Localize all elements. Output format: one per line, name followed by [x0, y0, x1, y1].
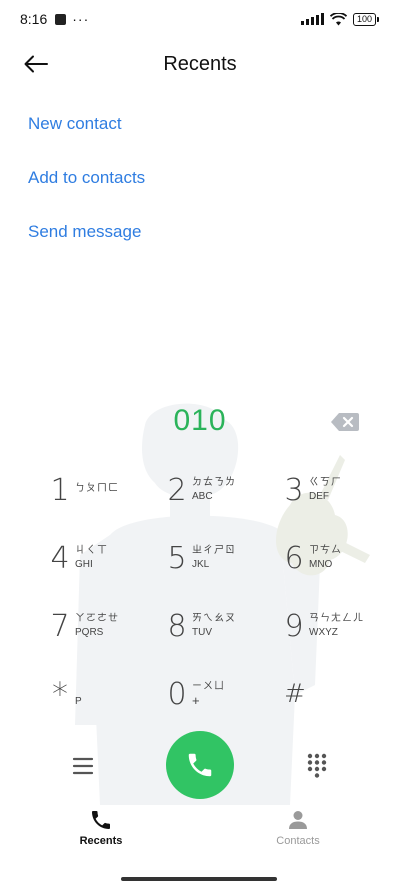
key-letters: P: [75, 696, 82, 707]
key-hash[interactable]: #: [284, 664, 394, 724]
key-digit: 8: [167, 608, 187, 644]
key-digit: 1: [50, 472, 70, 508]
key-digit: 6: [284, 540, 304, 576]
key-letters: WXYZ: [309, 627, 338, 638]
key-zhuyin: ㄧㄨㄩ: [192, 681, 225, 692]
key-zhuyin: ㄉㄊㄋㄌ: [192, 477, 236, 488]
key-letters: +: [192, 693, 200, 708]
key-7[interactable]: 7 ㄚㄛㄜㄝ PQRS: [50, 596, 160, 656]
key-digit: 4: [50, 540, 70, 576]
wifi-icon: [329, 12, 347, 25]
key-0[interactable]: 0 ㄧㄨㄩ +: [167, 664, 277, 724]
key-letters: MNO: [309, 559, 333, 570]
key-letters: JKL: [192, 559, 210, 570]
key-1[interactable]: 1 ㄅㄆㄇㄈ: [50, 460, 160, 520]
key-digit: 3: [284, 472, 304, 508]
person-icon: [289, 811, 307, 829]
battery-icon: 100: [352, 12, 380, 26]
key-letters: DEF: [309, 491, 329, 502]
add-to-contacts-link[interactable]: Add to contacts: [28, 158, 145, 212]
key-letters: GHI: [75, 559, 93, 570]
key-8[interactable]: 8 ㄞㄟㄠㄡ TUV: [167, 596, 277, 656]
more-notifications-icon: ···: [72, 11, 90, 27]
dialpad-toggle-button[interactable]: [305, 752, 329, 778]
tab-recents[interactable]: Recents: [41, 808, 161, 860]
key-3[interactable]: 3 ㄍㄎㄏ DEF: [284, 460, 394, 520]
signal-icon: [300, 13, 324, 25]
call-button[interactable]: [166, 731, 234, 799]
key-zhuyin: ㄞㄟㄠㄡ: [192, 613, 236, 624]
key-4[interactable]: 4 ㄐㄑㄒ GHI: [50, 528, 160, 588]
key-star[interactable]: * P: [50, 664, 160, 724]
key-zhuyin: ㄓㄔㄕㄖ: [192, 545, 236, 556]
notification-icon: [55, 13, 67, 25]
key-digit: 7: [50, 608, 70, 644]
phone-icon: [92, 811, 110, 829]
key-zhuyin: ㄗㄘㄙ: [309, 545, 342, 556]
key-6[interactable]: 6 ㄗㄘㄙ MNO: [284, 528, 394, 588]
key-digit: 9: [284, 608, 304, 644]
backspace-icon: [331, 413, 359, 431]
key-2[interactable]: 2 ㄉㄊㄋㄌ ABC: [167, 460, 277, 520]
menu-icon: [72, 757, 94, 775]
key-9[interactable]: 9 ㄢㄣㄤㄥㄦ WXYZ: [284, 596, 394, 656]
arrow-left-icon: [24, 55, 48, 73]
key-digit: 0: [167, 676, 187, 712]
key-zhuyin: ㄢㄣㄤㄥㄦ: [309, 613, 364, 624]
key-letters: PQRS: [75, 627, 104, 638]
dialpad-icon: [307, 753, 327, 778]
status-time: 8:16: [20, 11, 48, 27]
home-indicator[interactable]: [121, 877, 277, 881]
key-5[interactable]: 5 ㄓㄔㄕㄖ JKL: [167, 528, 277, 588]
key-zhuyin: ㄅㄆㄇㄈ: [75, 483, 119, 494]
key-zhuyin: ㄍㄎㄏ: [309, 477, 342, 488]
menu-button[interactable]: [70, 754, 96, 778]
key-digit: 5: [167, 540, 187, 576]
new-contact-link[interactable]: New contact: [28, 104, 145, 158]
key-letters: TUV: [192, 627, 212, 638]
key-zhuyin: ㄐㄑㄒ: [75, 545, 108, 556]
key-zhuyin: ㄚㄛㄜㄝ: [75, 613, 119, 624]
tab-contacts[interactable]: Contacts: [238, 808, 358, 860]
send-message-link[interactable]: Send message: [28, 212, 145, 266]
status-icons: 100: [300, 12, 380, 26]
tab-recents-label: Recents: [79, 835, 123, 847]
status-bar: 8:16 ··· 100: [0, 0, 400, 38]
backspace-button[interactable]: [331, 412, 359, 432]
key-digit: *: [52, 675, 68, 713]
key-letters: ABC: [192, 491, 213, 502]
dial-actions: New contact Add to contacts Send message: [28, 104, 145, 266]
key-digit: #: [284, 679, 306, 709]
bottom-nav: Recents Contacts: [0, 808, 400, 864]
tab-contacts-label: Contacts: [276, 835, 320, 847]
header: Recents: [0, 42, 400, 86]
back-button[interactable]: [24, 42, 72, 86]
key-digit: 2: [167, 472, 187, 508]
phone-icon: [188, 753, 212, 777]
